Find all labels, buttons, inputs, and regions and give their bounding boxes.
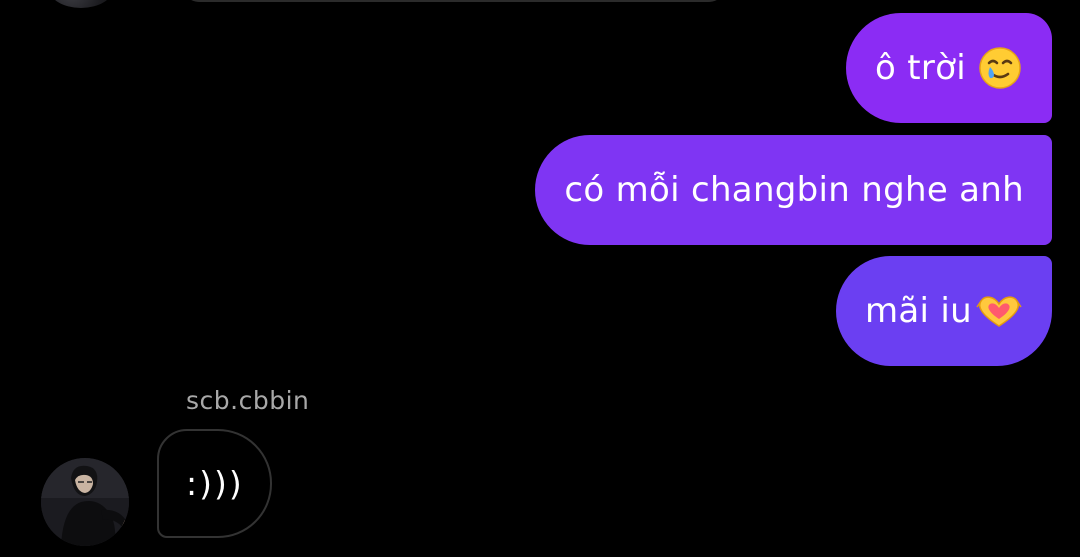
previous-message-bubble[interactable] [180, 0, 728, 2]
incoming-message-text: :))) [186, 464, 244, 503]
outgoing-message-2[interactable]: có mỗi changbin nghe anh [535, 135, 1052, 245]
incoming-message[interactable]: :))) [157, 429, 272, 538]
sender-name: scb.cbbin [186, 386, 310, 415]
smiling-face-with-tear-icon [978, 46, 1022, 90]
outgoing-message-3[interactable]: mãi iu [835, 256, 1052, 366]
heart-hands-icon [974, 293, 1024, 329]
outgoing-message-2-text: có mỗi changbin nghe anh [564, 170, 1024, 210]
sender-avatar[interactable] [41, 458, 129, 546]
outgoing-message-3-text: mãi iu [864, 291, 972, 331]
outgoing-message-1[interactable]: ô trời [846, 13, 1052, 123]
previous-message-avatar[interactable] [48, 0, 114, 8]
outgoing-message-1-text: ô trời [875, 48, 966, 88]
